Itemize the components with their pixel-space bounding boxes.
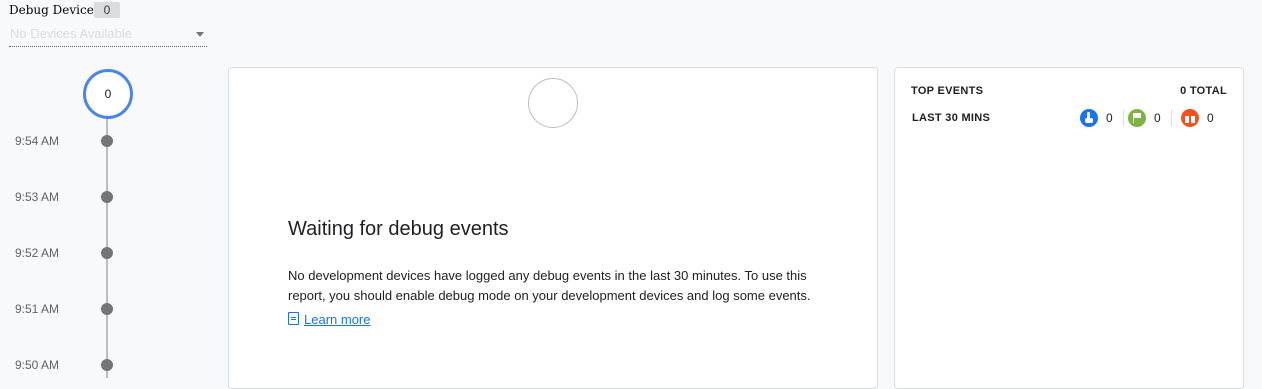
touch-icon — [1080, 109, 1098, 127]
timeline-time-label: 9:53 AM — [15, 190, 60, 204]
top-events-period: LAST 30 MINS — [912, 112, 991, 124]
timeline-time-label: 9:50 AM — [15, 358, 60, 372]
flag-event-count[interactable]: 0 — [1128, 109, 1161, 127]
count-value: 0 — [1106, 111, 1113, 125]
top-events-title: TOP EVENTS — [911, 85, 984, 97]
divider — [1171, 110, 1172, 126]
timeline-dot[interactable] — [101, 303, 113, 315]
document-icon — [288, 312, 299, 325]
timeline-current-count[interactable]: 0 — [83, 69, 133, 119]
error-event-count[interactable]: 0 — [1181, 109, 1214, 127]
debug-device-select[interactable]: No Devices Available — [9, 24, 207, 47]
count-value: 0 — [1207, 111, 1214, 125]
empty-state-circle — [528, 78, 578, 128]
conversion-event-count[interactable]: 0 — [1080, 109, 1113, 127]
timeline-dot[interactable] — [101, 359, 113, 371]
gift-icon — [1181, 109, 1199, 127]
waiting-description: No development devices have logged any d… — [288, 268, 811, 303]
debug-events-card: Waiting for debug events No development … — [228, 67, 878, 389]
top-events-card: TOP EVENTS 0 TOTAL LAST 30 MINS 0 0 0 — [894, 67, 1244, 389]
learn-more-link[interactable]: Learn more — [288, 312, 370, 327]
timeline-dot[interactable] — [101, 247, 113, 259]
count-value: 0 — [1154, 111, 1161, 125]
timeline-time-label: 9:51 AM — [15, 302, 60, 316]
timeline-time-label: 9:54 AM — [15, 134, 60, 148]
debug-device-count-badge: 0 — [94, 2, 120, 18]
learn-more-label: Learn more — [304, 312, 371, 327]
flag-icon — [1128, 109, 1146, 127]
caret-down-icon — [196, 32, 204, 37]
timeline-dot[interactable] — [101, 135, 113, 147]
debug-device-select-value: No Devices Available — [10, 26, 132, 41]
debug-device-label: Debug Device — [9, 3, 94, 17]
top-events-total: 0 TOTAL — [1180, 85, 1227, 97]
timeline-time-label: 9:52 AM — [15, 246, 60, 260]
waiting-title: Waiting for debug events — [288, 218, 509, 240]
divider — [1123, 110, 1124, 126]
timeline-dot[interactable] — [101, 191, 113, 203]
